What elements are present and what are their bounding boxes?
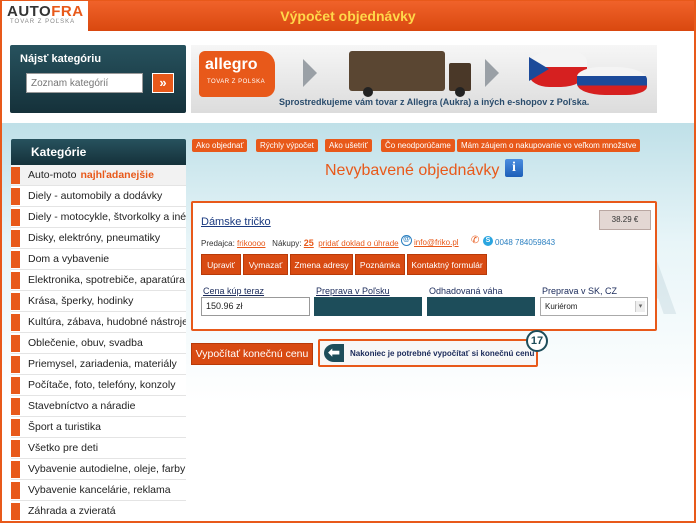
buy-now-price-label: Cena kúp teraz	[203, 286, 265, 296]
slovak-map-image	[577, 67, 647, 95]
info-icon[interactable]: i	[505, 159, 523, 177]
tab-bulk-buying[interactable]: Mám záujem o nakupovanie vo veľkom množs…	[457, 139, 641, 152]
sidebar-item-construction[interactable]: Stavebníctvo a náradie	[11, 396, 186, 417]
search-button[interactable]: »	[152, 73, 174, 93]
chevron-down-icon: ▾	[635, 301, 645, 312]
sidebar-item-electronics[interactable]: Elektronika, spotrebiče, aparatúra	[11, 270, 186, 291]
product-link[interactable]: Dámske tričko	[201, 216, 271, 228]
sidebar-item-industry[interactable]: Priemysel, zariadenia, materiály	[11, 354, 186, 375]
delivery-truck-image	[349, 51, 445, 91]
delete-button[interactable]: Vymazať	[243, 254, 288, 275]
banner-text: Sprostredkujeme vám tovar z Allegra (Auk…	[279, 97, 590, 107]
sidebar-item-office[interactable]: Vybavenie kancelárie, reklama	[11, 480, 186, 501]
email-icon: @	[401, 235, 412, 246]
category-search: Nájsť kategóriu »	[10, 45, 186, 113]
sidebar-item-beauty[interactable]: Krása, šperky, hodinky	[11, 291, 186, 312]
shipping-poland-field	[314, 297, 422, 316]
seller-label: Predajca:	[201, 239, 235, 248]
calculate-final-price-button[interactable]: Vypočítať konečnú cenu	[191, 343, 313, 365]
sidebar-item-computers[interactable]: Počítače, foto, telefóny, konzoly	[11, 375, 186, 396]
add-proof-link[interactable]: pridať doklad o úhrade	[318, 239, 398, 248]
page-title: Výpočet objednávky	[280, 8, 416, 24]
hot-badge: najhľadanejšie	[80, 169, 154, 181]
note-button[interactable]: Poznámka	[355, 254, 405, 275]
sidebar-item-garden[interactable]: Záhrada a zvieratá	[11, 501, 186, 521]
info-tabs: Ako objednať Rýchly výpočet Ako ušetriť …	[192, 139, 652, 153]
allegro-logo: allegro TOVAR Z POLSKA	[199, 51, 275, 97]
wheel-image	[455, 87, 465, 97]
step-number-badge: 17	[526, 330, 548, 352]
sidebar-item-kids[interactable]: Všetko pre deti	[11, 438, 186, 459]
sidebar-item-clothing[interactable]: Oblečenie, obuv, svadba	[11, 333, 186, 354]
contact-form-button[interactable]: Kontaktný formulár	[407, 254, 487, 275]
sidebar-heading: Kategórie	[11, 139, 186, 165]
estimated-weight-label: Odhadovaná váha	[429, 286, 503, 296]
section-title: Nevybavené objednávky	[325, 162, 500, 179]
category-sidebar: Kategórie Auto-moto najhľadanejšie Diely …	[11, 139, 186, 521]
shipping-sk-cz-label: Preprava v SK, CZ	[542, 286, 618, 296]
search-label: Nájsť kategóriu	[20, 53, 102, 65]
shipping-method-value: Kuriérom	[545, 302, 578, 311]
sidebar-item-workshop[interactable]: Vybavenie autodielne, oleje, farby	[11, 459, 186, 480]
order-card: Dámske tričko 38.29 € Predajca: frikoooo…	[191, 201, 657, 331]
tab-how-to-order[interactable]: Ako objednať	[192, 139, 248, 152]
arrow-right-icon	[485, 59, 499, 87]
sidebar-item-auto-moto[interactable]: Auto-moto najhľadanejšie	[11, 165, 186, 186]
sidebar-item-sport[interactable]: Šport a turistika	[11, 417, 186, 438]
seller-email-link[interactable]: info@friko.pl	[414, 238, 459, 247]
purchases-count[interactable]: 25	[304, 238, 314, 248]
arrow-left-icon: ⬅	[324, 344, 344, 362]
wheel-image	[363, 87, 373, 97]
arrow-right-icon	[303, 59, 317, 87]
shipping-poland-label: Preprava v Poľsku	[316, 286, 390, 296]
sidebar-item-wheels[interactable]: Disky, elektróny, pneumatiky	[11, 228, 186, 249]
tab-not-recommended[interactable]: Čo neodporúčame	[381, 139, 455, 152]
change-address-button[interactable]: Zmena adresy	[290, 254, 353, 275]
promo-banner[interactable]: allegro TOVAR Z POLSKA Sprostredkujeme v…	[191, 45, 657, 113]
hint-box: ⬅ Nakoniec je potrebné vypočítať si kone…	[318, 339, 538, 367]
czech-flag-triangle	[529, 57, 549, 81]
allegro-brand: allegro	[205, 56, 258, 73]
tab-quick-calc[interactable]: Rýchly výpočet	[256, 139, 318, 152]
sidebar-item-home[interactable]: Dom a vybavenie	[11, 249, 186, 270]
seller-phone: 0048 784059843	[495, 238, 556, 247]
sidebar-item-label: Auto-moto	[28, 169, 77, 181]
sidebar-item-parts-cars[interactable]: Diely - automobily a dodávky	[11, 186, 186, 207]
seller-link[interactable]: frikoooo	[237, 239, 265, 248]
purchases-label: Nákupy:	[272, 239, 302, 248]
skype-icon: S	[483, 236, 493, 246]
header: AUTOFRA TOVAR Z POĽSKA Výpočet objednávk…	[2, 1, 694, 31]
shipping-method-select[interactable]: Kuriérom ▾	[540, 297, 648, 316]
top-band: Nájsť kategóriu » allegro TOVAR Z POLSKA…	[2, 31, 694, 123]
buy-now-price-input[interactable]: 150.96 zł	[201, 297, 310, 316]
estimated-weight-field	[427, 297, 535, 316]
app-frame: AUTOFRA TOVAR Z POĽSKA Výpočet objednávk…	[0, 0, 696, 523]
hint-text: Nakoniec je potrebné vypočítať si konečn…	[350, 349, 535, 358]
sidebar-item-parts-moto[interactable]: Diely - motocykle, štvorkolky a iné	[11, 207, 186, 228]
seller-info: Predajca: frikoooo Nákupy: 25 pridať dok…	[201, 238, 399, 248]
tab-how-to-save[interactable]: Ako ušetriť	[325, 139, 372, 152]
edit-button[interactable]: Upraviť	[201, 254, 241, 275]
sidebar-item-culture[interactable]: Kultúra, zábava, hudobné nástroje	[11, 312, 186, 333]
search-input[interactable]	[26, 73, 143, 93]
phone-icon: ✆	[471, 235, 480, 246]
price-badge: 38.29 €	[599, 210, 651, 230]
allegro-subtitle: TOVAR Z POLSKA	[207, 79, 266, 85]
